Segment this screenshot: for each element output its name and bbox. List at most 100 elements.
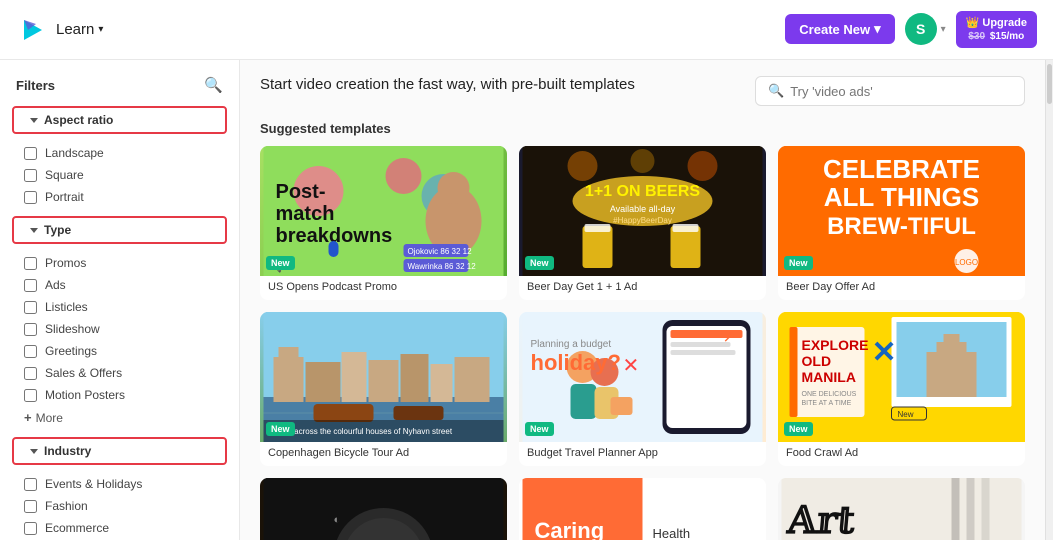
scrollbar-track[interactable] (1045, 60, 1053, 540)
template-thumb-brew: CELEBRATE ALL THINGS BREW-TIFUL LOGO New (778, 146, 1025, 276)
aspect-ratio-label: Aspect ratio (44, 113, 113, 127)
option-listicles[interactable]: Listicles (0, 296, 239, 318)
option-sales-offers[interactable]: Sales & Offers (0, 362, 239, 384)
user-avatar-button[interactable]: S (905, 13, 937, 45)
square-label: Square (45, 168, 84, 182)
type-more-button[interactable]: + More (0, 406, 87, 429)
portrait-label: Portrait (45, 190, 84, 204)
option-greetings[interactable]: Greetings (0, 340, 239, 362)
new-badge-podcast: New (266, 256, 295, 270)
events-checkbox[interactable] (24, 478, 37, 491)
greetings-checkbox[interactable] (24, 345, 37, 358)
main-layout: Filters 🔍 Aspect ratio Landscape Square (0, 60, 1053, 540)
templates-grid: Post- match breakdowns Ojokovic 86 32 12… (260, 146, 1025, 540)
svg-text:MANILA: MANILA (802, 369, 856, 385)
svg-text:Wawrinka 86 32 12: Wawrinka 86 32 12 (408, 262, 477, 271)
svg-text:New: New (898, 410, 914, 419)
svg-text:Caring: Caring (535, 518, 605, 540)
sales-checkbox[interactable] (24, 367, 37, 380)
create-new-button[interactable]: Create New ▾ (785, 14, 894, 44)
copenhagen-thumb-svg: Pedal across the colourful houses of Nyh… (260, 312, 507, 442)
landscape-checkbox[interactable] (24, 147, 37, 160)
svg-text:𝔸𝕣𝕥: 𝔸𝕣𝕥 (785, 500, 858, 540)
option-ecommerce[interactable]: Ecommerce (0, 517, 239, 539)
template-name-podcast: US Opens Podcast Promo (260, 276, 507, 300)
template-name-food: Food Crawl Ad (778, 442, 1025, 466)
option-motion-posters[interactable]: Motion Posters (0, 384, 239, 406)
template-card-caring[interactable]: Caring For Health Solutions Caring For (519, 478, 766, 540)
type-header[interactable]: Type (12, 216, 227, 244)
template-card-beer1[interactable]: 1+1 ON BEERS Available all-day #HappyBee… (519, 146, 766, 300)
type-options: Promos Ads Listicles Slideshow Greetings (0, 248, 239, 433)
svg-text:CELEBRATE: CELEBRATE (823, 154, 980, 184)
motion-checkbox[interactable] (24, 389, 37, 402)
learn-button[interactable]: Learn ▾ (56, 21, 103, 38)
new-badge-copenhagen: New (266, 422, 295, 436)
fashion-checkbox[interactable] (24, 500, 37, 513)
portrait-checkbox[interactable] (24, 191, 37, 204)
search-input[interactable] (790, 84, 1012, 99)
template-name-brew: Beer Day Offer Ad (778, 276, 1025, 300)
option-promos[interactable]: Promos (0, 252, 239, 274)
motion-label: Motion Posters (45, 388, 125, 402)
svg-text:EXPLORE: EXPLORE (802, 337, 869, 353)
industry-options: Events & Holidays Fashion Ecommerce Tech… (0, 469, 239, 540)
new-badge-travel: New (525, 422, 554, 436)
sidebar: Filters 🔍 Aspect ratio Landscape Square (0, 60, 240, 540)
ads-checkbox[interactable] (24, 279, 37, 292)
suggested-label: Suggested templates (260, 121, 1025, 136)
svg-text:match: match (276, 203, 335, 225)
travel-thumb-svg: Planning a budget holiday? ↗ ✕ (519, 312, 766, 442)
header-right: Create New ▾ S ▾ 👑 Upgrade $30 $15/mo (785, 11, 1037, 48)
option-square[interactable]: Square (0, 164, 239, 186)
template-card-travel[interactable]: Planning a budget holiday? ↗ ✕ New Budge… (519, 312, 766, 466)
industry-header[interactable]: Industry (12, 437, 227, 465)
svg-text:ALL THINGS: ALL THINGS (824, 182, 980, 212)
svg-text:1+1 ON BEERS: 1+1 ON BEERS (585, 183, 700, 200)
svg-text:OLD: OLD (802, 353, 832, 369)
logo-icon (16, 14, 48, 46)
ecommerce-checkbox[interactable] (24, 522, 37, 535)
promos-checkbox[interactable] (24, 257, 37, 270)
svg-text:Planning a budget: Planning a budget (531, 339, 612, 350)
crown-icon: 👑 (966, 16, 980, 30)
new-badge-food: New (784, 422, 813, 436)
promos-label: Promos (45, 256, 86, 270)
fashion-label: Fashion (45, 499, 88, 513)
svg-text:✕: ✕ (623, 355, 640, 377)
option-ads[interactable]: Ads (0, 274, 239, 296)
sales-label: Sales & Offers (45, 366, 122, 380)
template-thumb-beer1: 1+1 ON BEERS Available all-day #HappyBee… (519, 146, 766, 276)
square-checkbox[interactable] (24, 169, 37, 182)
template-card-brew[interactable]: CELEBRATE ALL THINGS BREW-TIFUL LOGO New… (778, 146, 1025, 300)
option-landscape[interactable]: Landscape (0, 142, 239, 164)
brew-thumb-svg: CELEBRATE ALL THINGS BREW-TIFUL LOGO (778, 146, 1025, 276)
option-fashion[interactable]: Fashion (0, 495, 239, 517)
search-icon: 🔍 (204, 77, 223, 94)
option-events[interactable]: Events & Holidays (0, 473, 239, 495)
option-slideshow[interactable]: Slideshow (0, 318, 239, 340)
more-label: More (36, 411, 63, 425)
template-card-food[interactable]: ✕ EXPLORE OLD MANILA ONE DELICIOUS BITE … (778, 312, 1025, 466)
partial1-svg: ◐ (260, 478, 507, 540)
industry-label: Industry (44, 444, 91, 458)
new-badge-brew: New (784, 256, 813, 270)
template-card-copenhagen[interactable]: Pedal across the colourful houses of Nyh… (260, 312, 507, 466)
search-bar: 🔍 (755, 76, 1025, 106)
sidebar-search-button[interactable]: 🔍 (204, 76, 223, 94)
template-card-podcast[interactable]: Post- match breakdowns Ojokovic 86 32 12… (260, 146, 507, 300)
template-card-partial1[interactable]: ◐ (260, 478, 507, 540)
template-card-art[interactable]: 𝔸𝕣𝕥 WITNESS THE ART & (778, 478, 1025, 540)
option-portrait[interactable]: Portrait (0, 186, 239, 208)
listicles-checkbox[interactable] (24, 301, 37, 314)
ads-label: Ads (45, 278, 66, 292)
svg-text:✕: ✕ (872, 336, 897, 369)
svg-text:Post-: Post- (276, 181, 326, 203)
industry-collapse-icon (30, 449, 38, 454)
scrollbar-thumb[interactable] (1047, 64, 1052, 104)
aspect-ratio-header[interactable]: Aspect ratio (12, 106, 227, 134)
aspect-ratio-collapse-icon (30, 118, 38, 123)
upgrade-button[interactable]: 👑 Upgrade $30 $15/mo (956, 11, 1037, 48)
aspect-ratio-options: Landscape Square Portrait (0, 138, 239, 212)
slideshow-checkbox[interactable] (24, 323, 37, 336)
